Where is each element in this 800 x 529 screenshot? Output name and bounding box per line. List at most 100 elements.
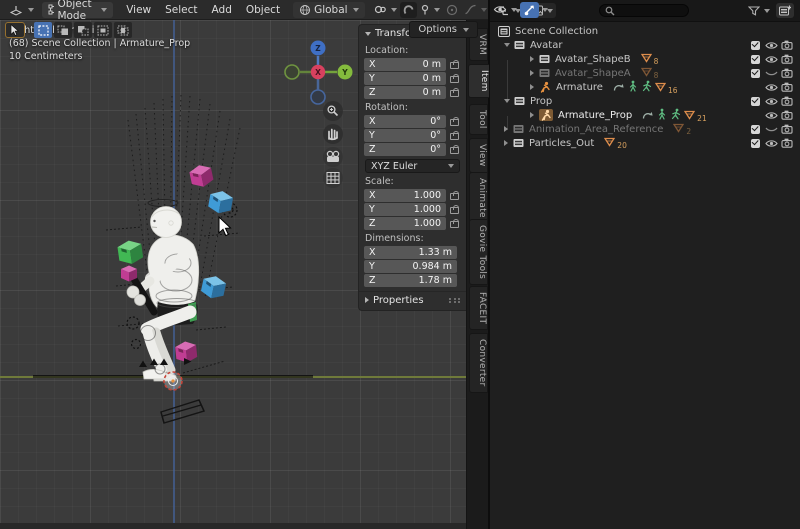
- rotation-mode-select[interactable]: XYZ Euler: [365, 159, 460, 173]
- snapping-button[interactable]: [371, 2, 400, 18]
- outliner-row-prop[interactable]: Prop: [490, 94, 800, 108]
- tab-view[interactable]: View: [469, 138, 488, 173]
- menu-add[interactable]: Add: [205, 4, 239, 16]
- falloff-button[interactable]: [461, 2, 490, 18]
- transform-orientation-select[interactable]: Global: [293, 2, 365, 18]
- camera-render-icon[interactable]: [779, 124, 795, 134]
- menu-object[interactable]: Object: [239, 4, 287, 16]
- lock-icon[interactable]: [450, 219, 458, 228]
- camera-render-icon[interactable]: [779, 82, 795, 92]
- lock-icon[interactable]: [450, 88, 458, 97]
- select-invert-button[interactable]: [94, 22, 112, 38]
- wireframe-wedge[interactable]: [161, 400, 204, 423]
- pan-hand-button[interactable]: [323, 124, 343, 144]
- panel-grip-icon[interactable]: [449, 298, 460, 303]
- eye-closed-icon[interactable]: [763, 70, 779, 77]
- editor-type-button[interactable]: [5, 2, 38, 18]
- disclosure-closed-icon[interactable]: [530, 84, 534, 90]
- snap-magnet-button[interactable]: [400, 2, 417, 18]
- rotation-x-field[interactable]: X0°: [364, 115, 446, 128]
- filter-button[interactable]: [748, 6, 770, 16]
- tweak-tool-button[interactable]: [5, 22, 25, 38]
- disclosure-open-icon[interactable]: [504, 43, 510, 47]
- eye-open-icon[interactable]: [763, 55, 779, 64]
- tab-item[interactable]: Item: [468, 64, 489, 98]
- outliner-row-avatar[interactable]: Avatar: [490, 38, 800, 52]
- location-x-field[interactable]: X0 m: [364, 58, 446, 71]
- camera-render-icon[interactable]: [779, 40, 795, 50]
- gizmo-minus-y-ball[interactable]: [285, 65, 299, 79]
- new-collection-button[interactable]: [776, 3, 794, 18]
- menu-select[interactable]: Select: [158, 4, 204, 16]
- disclosure-closed-icon[interactable]: [504, 126, 508, 132]
- nav-gizmo[interactable]: Z Y X: [285, 41, 353, 105]
- eye-open-icon[interactable]: [763, 139, 779, 148]
- location-z-field[interactable]: Z0 m: [364, 86, 446, 99]
- outliner-search-input[interactable]: [599, 4, 689, 17]
- lock-icon[interactable]: [450, 131, 458, 140]
- outliner-row-particles-out[interactable]: Particles_Out 20: [490, 136, 800, 150]
- lock-icon[interactable]: [450, 145, 458, 154]
- foot-roll-gizmo[interactable]: [164, 372, 182, 390]
- outliner-row-animation-area-reference[interactable]: Animation_Area_Reference 2: [490, 122, 800, 136]
- lock-icon[interactable]: [450, 60, 458, 69]
- tab-tool[interactable]: Tool: [469, 104, 488, 135]
- checkbox-icon[interactable]: [751, 69, 760, 78]
- select-set-button[interactable]: [34, 22, 52, 38]
- select-subtract-button[interactable]: [74, 22, 92, 38]
- cube-blue-top[interactable]: [207, 189, 234, 215]
- checkbox-icon[interactable]: [751, 97, 760, 106]
- camera-render-icon[interactable]: [779, 138, 795, 148]
- checkbox-icon[interactable]: [751, 55, 760, 64]
- scale-y-field[interactable]: Y1.000: [364, 203, 446, 216]
- lock-icon[interactable]: [450, 205, 458, 214]
- outliner-row-avatar-shapeb[interactable]: Avatar_ShapeB 8: [490, 52, 800, 66]
- disclosure-closed-icon[interactable]: [530, 56, 534, 62]
- outliner-row-armature-prop[interactable]: Armature_Prop 21: [490, 108, 800, 122]
- checkbox-icon[interactable]: [751, 41, 760, 50]
- checkbox-icon[interactable]: [751, 125, 760, 134]
- eye-open-icon[interactable]: [763, 97, 779, 106]
- snap-target-button[interactable]: [417, 2, 443, 18]
- grid-ortho-button[interactable]: [323, 168, 343, 188]
- eye-open-icon[interactable]: [763, 111, 779, 120]
- rotation-z-field[interactable]: Z0°: [364, 143, 446, 156]
- camera-render-icon[interactable]: [779, 110, 795, 120]
- properties-panel-header[interactable]: Properties: [359, 291, 466, 308]
- tab-animate[interactable]: Animate: [469, 172, 488, 224]
- camera-render-icon[interactable]: [779, 54, 795, 64]
- location-y-field[interactable]: Y0 m: [364, 72, 446, 85]
- outliner-row-armature[interactable]: Armature 16: [490, 80, 800, 94]
- select-intersect-button[interactable]: [114, 22, 132, 38]
- camera-view-button[interactable]: [323, 147, 343, 167]
- outliner-row-scene-collection[interactable]: Scene Collection: [490, 24, 800, 38]
- dimensions-z-field[interactable]: Z1.78 m: [364, 274, 457, 287]
- disclosure-closed-icon[interactable]: [530, 112, 534, 118]
- disclosure-closed-icon[interactable]: [530, 70, 534, 76]
- eye-open-icon[interactable]: [763, 41, 779, 50]
- cube-blue-right[interactable]: [200, 274, 227, 301]
- outliner-row-avatar-shapea[interactable]: Avatar_ShapeA 8: [490, 66, 800, 80]
- zoom-button[interactable]: [323, 101, 343, 121]
- tab-faceit[interactable]: FACEIT: [469, 286, 488, 330]
- lock-icon[interactable]: [450, 191, 458, 200]
- disclosure-open-icon[interactable]: [504, 99, 510, 103]
- eye-open-icon[interactable]: [763, 83, 779, 92]
- cube-green[interactable]: [117, 239, 144, 266]
- disclosure-closed-icon[interactable]: [504, 140, 508, 146]
- proportional-editing-button[interactable]: [443, 2, 461, 18]
- mode-select[interactable]: Object Mode: [42, 2, 113, 18]
- checkbox-icon[interactable]: [751, 139, 760, 148]
- tab-converter[interactable]: Converter: [469, 333, 488, 393]
- scale-z-field[interactable]: Z1.000: [364, 217, 446, 230]
- camera-render-icon[interactable]: [779, 96, 795, 106]
- eye-closed-icon[interactable]: [763, 126, 779, 133]
- rotation-y-field[interactable]: Y0°: [364, 129, 446, 142]
- options-button[interactable]: Options: [409, 21, 478, 38]
- lock-icon[interactable]: [450, 117, 458, 126]
- camera-render-icon[interactable]: [779, 68, 795, 78]
- tab-govie-tools[interactable]: Govie Tools: [469, 219, 488, 285]
- object-visibility-button[interactable]: [490, 2, 520, 18]
- menu-view[interactable]: View: [119, 4, 158, 16]
- gizmo-minus-z-ball[interactable]: [311, 90, 325, 104]
